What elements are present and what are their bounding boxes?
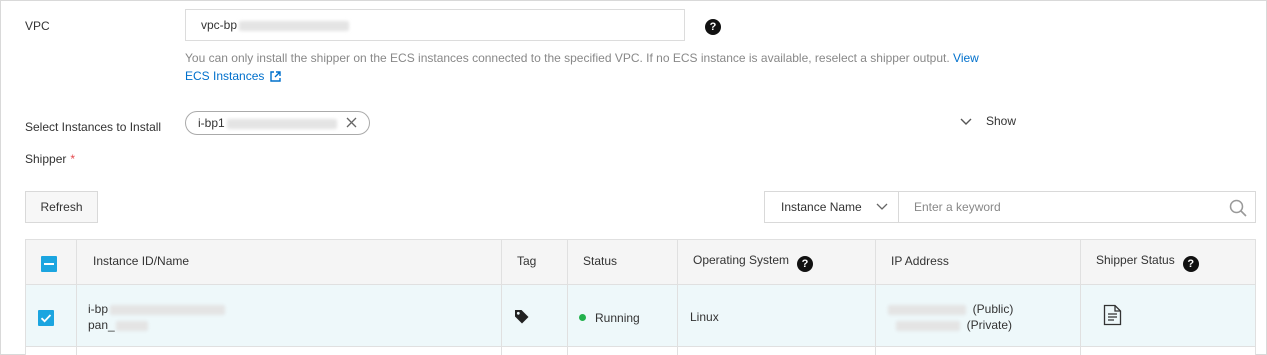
select-instances-label: Select Instances to Install <box>25 120 162 134</box>
vpc-value: vpc-bp <box>201 18 238 32</box>
show-toggle[interactable]: Show <box>960 114 1016 128</box>
tag-icon[interactable] <box>513 308 530 325</box>
row-checkbox[interactable] <box>38 310 54 326</box>
search-field-select[interactable]: Instance Name <box>765 192 899 222</box>
running-status-dot <box>579 314 586 321</box>
search-box: Instance Name Enter a keyword <box>764 191 1256 223</box>
instance-id-redacted <box>110 304 226 315</box>
column-header-instance[interactable]: Instance ID/Name <box>93 254 189 268</box>
document-icon[interactable] <box>1103 304 1122 326</box>
column-header-status: Status <box>583 254 618 268</box>
vpc-field[interactable]: vpc-bp <box>185 9 685 41</box>
close-icon[interactable] <box>346 117 357 128</box>
instance-name-redacted <box>115 320 148 331</box>
vpc-label: VPC <box>25 19 50 33</box>
check-icon <box>40 314 52 323</box>
status-running: Running <box>579 311 640 325</box>
external-link-icon <box>270 71 282 82</box>
column-header-shipper-status: Shipper Status? <box>1096 253 1199 272</box>
required-mark: * <box>70 152 76 166</box>
ip-public-redacted <box>888 304 966 315</box>
instance-name: pan_ <box>88 318 148 332</box>
column-header-ip: IP Address <box>891 254 949 268</box>
table-header <box>26 240 1255 285</box>
ip-private-redacted <box>896 320 960 331</box>
search-input[interactable]: Enter a keyword <box>914 192 1001 222</box>
vpc-help-icon[interactable]: ? <box>705 19 721 35</box>
column-header-tag: Tag <box>517 254 537 268</box>
table-row[interactable] <box>26 285 1255 347</box>
os-value: Linux <box>690 310 719 324</box>
instances-table: Instance ID/Name Tag Status Operating Sy… <box>25 239 1256 355</box>
select-all-checkbox[interactable] <box>41 256 57 272</box>
chevron-down-icon <box>960 118 972 125</box>
refresh-button[interactable]: Refresh <box>25 191 98 223</box>
shipper-label: Shipper * <box>25 152 76 166</box>
ip-private: (Private) <box>896 318 1012 332</box>
shipper-status-help-icon[interactable]: ? <box>1182 256 1199 272</box>
vpc-redacted <box>239 20 350 31</box>
chevron-down-icon <box>876 203 888 210</box>
column-divider <box>501 240 502 355</box>
search-icon[interactable] <box>1229 199 1247 217</box>
instance-id[interactable]: i-bp <box>88 302 226 316</box>
table-row <box>26 347 1255 355</box>
column-divider <box>677 240 678 355</box>
os-help-icon[interactable]: ? <box>797 256 814 272</box>
column-divider <box>567 240 568 355</box>
column-divider <box>1080 240 1081 355</box>
search-field-selected: Instance Name <box>781 200 862 214</box>
selected-instance-chip[interactable]: i-bp1 <box>185 111 370 135</box>
column-divider <box>76 240 77 355</box>
selected-instance-redacted <box>226 118 337 129</box>
vpc-hint: You can only install the shipper on the … <box>185 49 995 85</box>
column-divider <box>875 240 876 355</box>
selected-instance-id: i-bp1 <box>198 116 225 130</box>
column-header-os: Operating System? <box>693 253 814 272</box>
ip-public: (Public) <box>888 302 1013 316</box>
show-label: Show <box>986 114 1017 128</box>
vpc-hint-text: You can only install the shipper on the … <box>185 51 950 65</box>
